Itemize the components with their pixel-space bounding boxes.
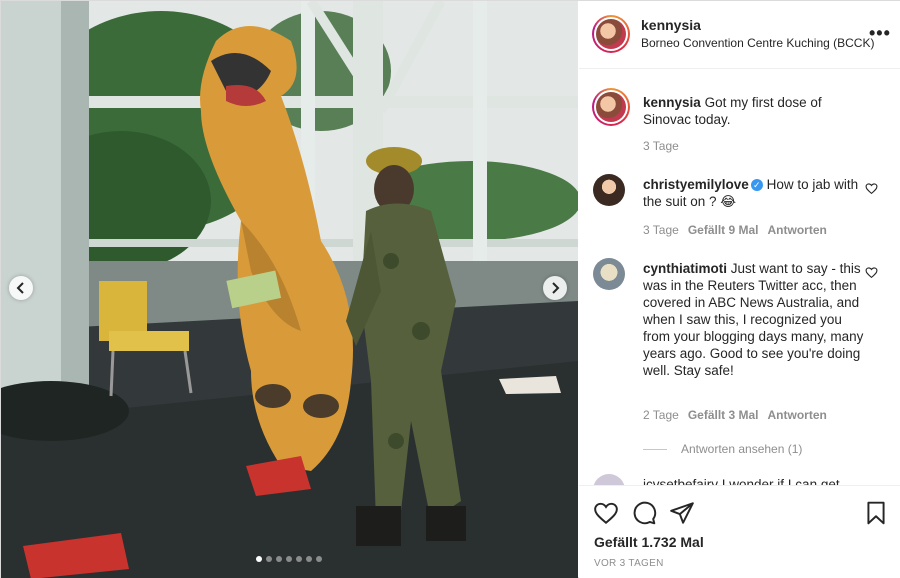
comment-likes[interactable]: Gefällt 9 Mal	[688, 223, 759, 237]
caption-text: kennysia Got my first dose of Sinovac to…	[643, 94, 869, 128]
carousel-dot	[256, 556, 262, 562]
carousel-dot	[296, 556, 302, 562]
like-count[interactable]: Gefällt 1.732 Mal	[594, 534, 704, 550]
comment-text: christyemilylove ✓ How to jab with the su…	[643, 176, 869, 210]
reply-button[interactable]: Antworten	[768, 408, 827, 422]
comment-text: jcvsetbefairy I wonder if I can get	[643, 477, 840, 485]
post-side-panel: kennysia Borneo Convention Centre Kuchin…	[579, 1, 900, 578]
view-replies-label: Antworten ansehen (1)	[681, 442, 803, 456]
comment-body: Just want to say - this was in the Reute…	[643, 261, 864, 378]
comment-meta: 2 Tage Gefällt 3 Mal Antworten	[643, 408, 827, 422]
comment-username[interactable]: cynthiatimoti	[643, 261, 727, 276]
comment-text: cynthiatimoti Just want to say - this wa…	[643, 260, 869, 379]
carousel-dot	[266, 556, 272, 562]
share-paper-plane-icon[interactable]	[669, 500, 695, 526]
caption-time[interactable]: 3 Tage	[643, 139, 679, 153]
divider-line	[643, 448, 667, 450]
comment-meta: 3 Tage Gefällt 9 Mal Antworten	[643, 223, 827, 237]
comment-time[interactable]: 2 Tage	[643, 408, 679, 422]
commenter-avatar[interactable]	[593, 174, 625, 206]
chevron-left-icon	[16, 282, 24, 294]
photo-scene	[1, 1, 578, 578]
comments-section: kennysia Got my first dose of Sinovac to…	[579, 70, 900, 485]
like-comment-heart-icon[interactable]	[865, 266, 878, 279]
comment-username[interactable]: christyemilylove	[643, 177, 749, 192]
carousel-indicator	[256, 556, 322, 562]
author-username[interactable]: kennysia	[641, 17, 701, 33]
caption-meta: 3 Tage	[643, 139, 679, 153]
caption-username[interactable]: kennysia	[643, 95, 701, 110]
comment-time[interactable]: 3 Tage	[643, 223, 679, 237]
caption-avatar[interactable]	[592, 88, 630, 126]
bookmark-icon[interactable]	[863, 500, 889, 526]
carousel-dot	[306, 556, 312, 562]
carousel-dot	[286, 556, 292, 562]
commenter-avatar[interactable]	[593, 474, 625, 485]
comment-likes[interactable]: Gefällt 3 Mal	[688, 408, 759, 422]
verified-badge-icon: ✓	[750, 179, 763, 191]
post-photo[interactable]	[1, 1, 578, 578]
carousel-dot	[276, 556, 282, 562]
reply-button[interactable]: Antworten	[768, 223, 827, 237]
next-photo-button[interactable]	[543, 276, 567, 300]
commenter-avatar[interactable]	[593, 258, 625, 290]
post-location[interactable]: Borneo Convention Centre Kuching (BCCK)	[641, 36, 874, 50]
post-date[interactable]: VOR 3 TAGEN	[594, 558, 664, 569]
chevron-right-icon	[552, 282, 560, 294]
like-heart-icon[interactable]	[593, 500, 619, 526]
action-bar	[593, 500, 695, 526]
author-avatar[interactable]	[592, 15, 630, 53]
carousel-dot	[316, 556, 322, 562]
view-replies-button[interactable]: Antworten ansehen (1)	[643, 442, 802, 456]
like-comment-heart-icon[interactable]	[865, 182, 878, 195]
comment-bubble-icon[interactable]	[631, 500, 657, 526]
more-options-icon[interactable]: •••	[869, 23, 891, 44]
previous-photo-button[interactable]	[9, 276, 33, 300]
post-header: kennysia Borneo Convention Centre Kuchin…	[579, 1, 900, 69]
instagram-post-modal: kennysia Borneo Convention Centre Kuchin…	[0, 0, 900, 578]
post-footer: Gefällt 1.732 Mal VOR 3 TAGEN	[579, 485, 900, 578]
